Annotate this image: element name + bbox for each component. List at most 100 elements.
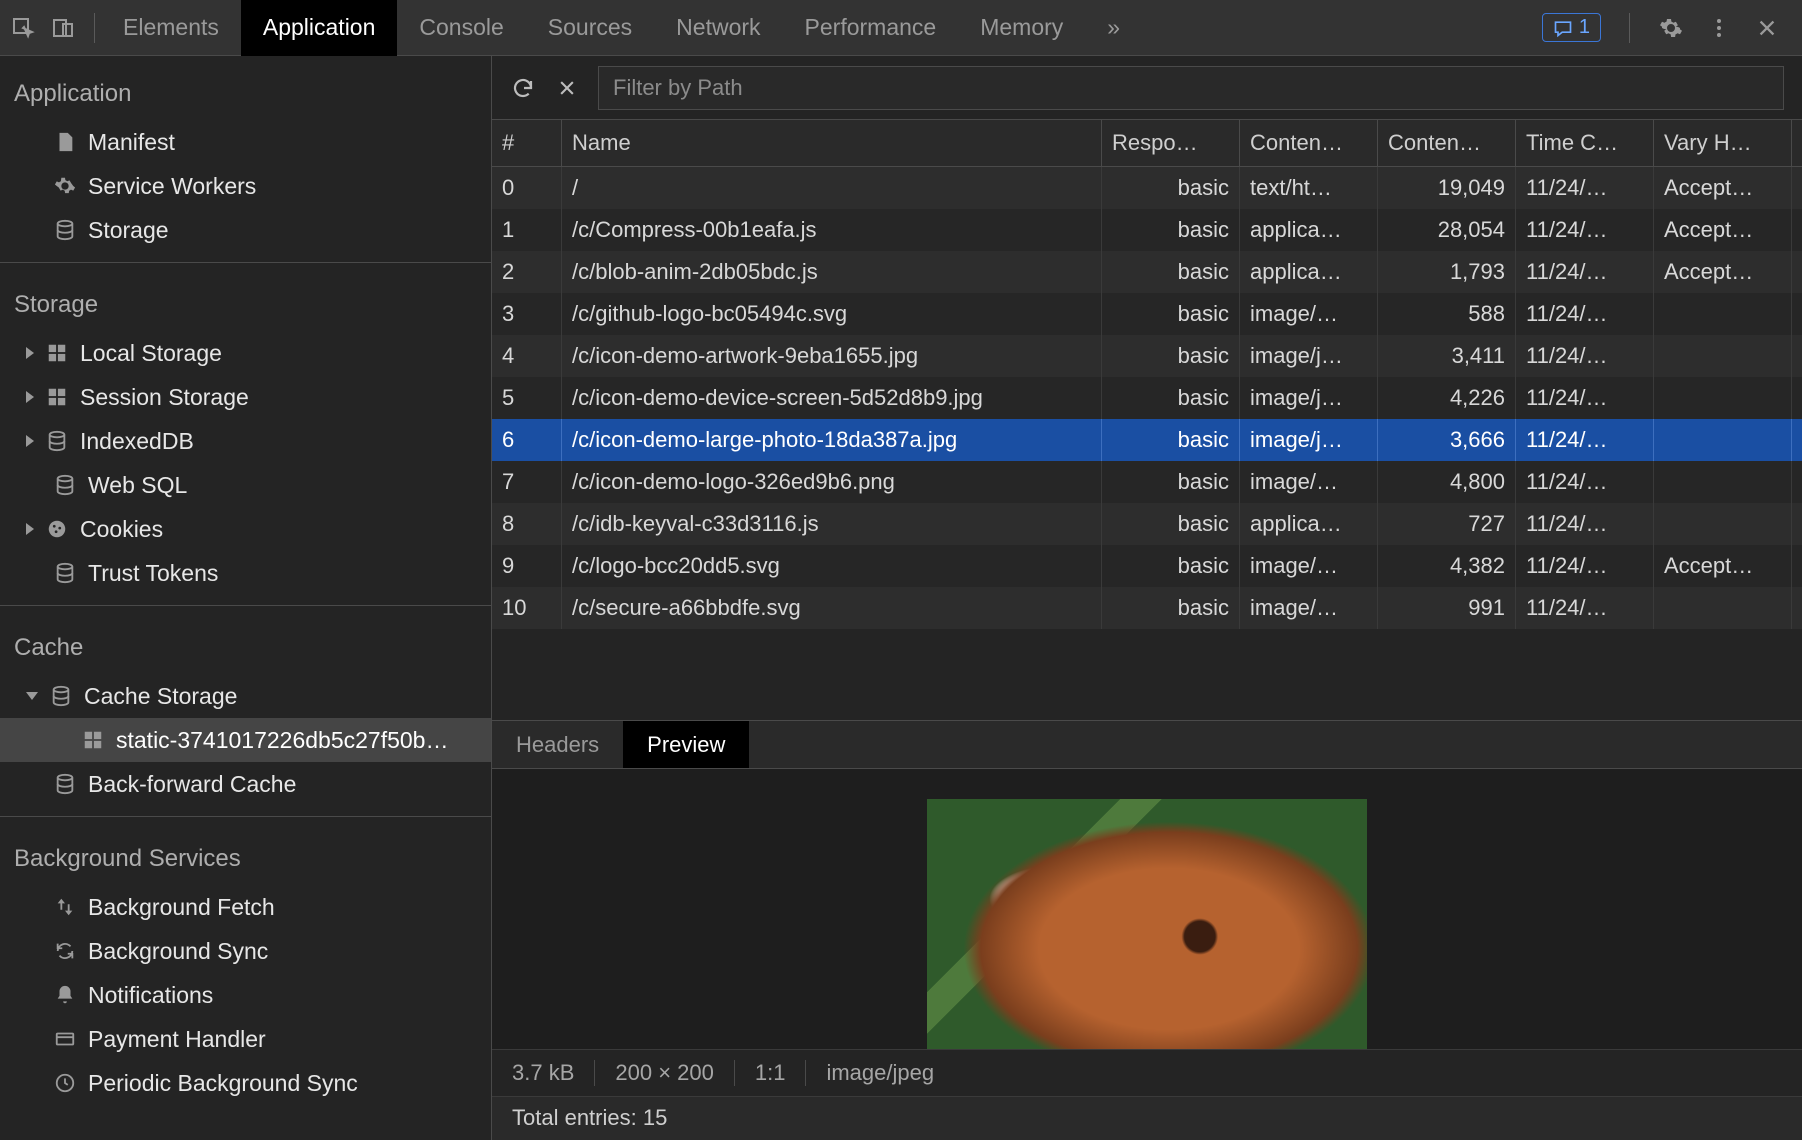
sidebar-item-notifications[interactable]: Notifications <box>0 973 491 1017</box>
sidebar-item-label: static-3741017226db5c27f50b… <box>116 727 448 754</box>
cache-entries-table: #NameRespo…Conten…Conten…Time C…Vary H… … <box>492 120 1802 720</box>
cell-ctype: applica… <box>1240 251 1378 293</box>
device-toggle-icon[interactable] <box>50 15 76 41</box>
table-row[interactable]: 1/c/Compress-00b1eafa.jsbasicapplica…28,… <box>492 209 1802 251</box>
cell-resp: basic <box>1102 419 1240 461</box>
tab-elements[interactable]: Elements <box>101 0 241 56</box>
divider <box>1629 13 1630 43</box>
cell-name: /c/github-logo-bc05494c.svg <box>562 293 1102 335</box>
sidebar-item-label: Cookies <box>80 516 163 543</box>
cell-idx: 7 <box>492 461 562 503</box>
meta-mime: image/jpeg <box>806 1060 954 1086</box>
sidebar-item-static-3741017226db5c27f50b-[interactable]: static-3741017226db5c27f50b… <box>0 718 491 762</box>
cell-idx: 4 <box>492 335 562 377</box>
cell-ctype: image/… <box>1240 461 1378 503</box>
filter-input[interactable] <box>598 66 1784 110</box>
db-icon <box>48 683 74 709</box>
table-row[interactable]: 4/c/icon-demo-artwork-9eba1655.jpgbasici… <box>492 335 1802 377</box>
tabs-overflow[interactable]: » <box>1085 0 1142 56</box>
issues-count: 1 <box>1579 16 1590 39</box>
detail-tab-headers[interactable]: Headers <box>492 721 623 768</box>
sidebar-item-label: IndexedDB <box>80 428 194 455</box>
cell-idx: 0 <box>492 167 562 209</box>
col-header[interactable]: # <box>492 120 562 166</box>
cell-ctype: applica… <box>1240 503 1378 545</box>
cell-resp: basic <box>1102 251 1240 293</box>
tab-performance[interactable]: Performance <box>783 0 959 56</box>
sidebar-item-session-storage[interactable]: Session Storage <box>0 375 491 419</box>
table-row[interactable]: 9/c/logo-bcc20dd5.svgbasicimage/…4,38211… <box>492 545 1802 587</box>
cell-vary <box>1654 503 1792 545</box>
table-row[interactable]: 7/c/icon-demo-logo-326ed9b6.pngbasicimag… <box>492 461 1802 503</box>
cell-ctype: image/… <box>1240 545 1378 587</box>
inspect-icon[interactable] <box>10 15 36 41</box>
close-icon[interactable] <box>1754 15 1780 41</box>
tab-console[interactable]: Console <box>397 0 525 56</box>
issues-badge[interactable]: 1 <box>1542 13 1601 42</box>
preview-meta: 3.7 kB 200 × 200 1:1 image/jpeg <box>492 1049 1802 1095</box>
meta-ratio: 1:1 <box>735 1060 807 1086</box>
sidebar-item-indexeddb[interactable]: IndexedDB <box>0 419 491 463</box>
sidebar-item-label: Cache Storage <box>84 683 237 710</box>
refresh-icon[interactable] <box>510 75 536 101</box>
col-header[interactable]: Conten… <box>1240 120 1378 166</box>
col-header[interactable]: Time C… <box>1516 120 1654 166</box>
cell-clen: 1,793 <box>1378 251 1516 293</box>
cell-resp: basic <box>1102 545 1240 587</box>
cell-name: /c/Compress-00b1eafa.js <box>562 209 1102 251</box>
cell-resp: basic <box>1102 209 1240 251</box>
sidebar-item-cache-storage[interactable]: Cache Storage <box>0 674 491 718</box>
sidebar-item-label: Web SQL <box>88 472 187 499</box>
sidebar-item-service-workers[interactable]: Service Workers <box>0 164 491 208</box>
cell-vary <box>1654 377 1792 419</box>
settings-icon[interactable] <box>1658 15 1684 41</box>
sidebar-item-manifest[interactable]: Manifest <box>0 120 491 164</box>
sidebar-item-storage[interactable]: Storage <box>0 208 491 252</box>
col-header[interactable]: Vary H… <box>1654 120 1792 166</box>
cell-name: /c/icon-demo-logo-326ed9b6.png <box>562 461 1102 503</box>
cell-name: /c/icon-demo-device-screen-5d52d8b9.jpg <box>562 377 1102 419</box>
table-row[interactable]: 5/c/icon-demo-device-screen-5d52d8b9.jpg… <box>492 377 1802 419</box>
cell-resp: basic <box>1102 503 1240 545</box>
kebab-icon[interactable] <box>1706 15 1732 41</box>
cell-vary <box>1654 587 1792 629</box>
cell-vary: Accept… <box>1654 167 1792 209</box>
sidebar-item-payment-handler[interactable]: Payment Handler <box>0 1017 491 1061</box>
grid-icon <box>44 340 70 366</box>
sidebar-item-label: Background Fetch <box>88 894 275 921</box>
delete-icon[interactable] <box>554 75 580 101</box>
tab-network[interactable]: Network <box>654 0 782 56</box>
cell-ctype: image/… <box>1240 587 1378 629</box>
detail-tab-preview[interactable]: Preview <box>623 721 749 768</box>
table-row[interactable]: 10/c/secure-a66bbdfe.svgbasicimage/…9911… <box>492 587 1802 629</box>
table-row[interactable]: 0/basictext/ht…19,04911/24/…Accept… <box>492 167 1802 209</box>
sidebar-item-background-fetch[interactable]: Background Fetch <box>0 885 491 929</box>
cell-name: /c/secure-a66bbdfe.svg <box>562 587 1102 629</box>
cell-name: /c/icon-demo-large-photo-18da387a.jpg <box>562 419 1102 461</box>
cell-ctype: image/… <box>1240 293 1378 335</box>
sidebar-item-periodic-background-sync[interactable]: Periodic Background Sync <box>0 1061 491 1105</box>
sidebar-item-local-storage[interactable]: Local Storage <box>0 331 491 375</box>
table-row[interactable]: 6/c/icon-demo-large-photo-18da387a.jpgba… <box>492 419 1802 461</box>
col-header[interactable]: Name <box>562 120 1102 166</box>
sidebar-item-web-sql[interactable]: Web SQL <box>0 463 491 507</box>
sidebar-item-cookies[interactable]: Cookies <box>0 507 491 551</box>
table-row[interactable]: 3/c/github-logo-bc05494c.svgbasicimage/…… <box>492 293 1802 335</box>
sidebar-item-back-forward-cache[interactable]: Back-forward Cache <box>0 762 491 806</box>
col-header[interactable]: Conten… <box>1378 120 1516 166</box>
total-entries: Total entries: 15 <box>512 1105 667 1131</box>
file-icon <box>52 129 78 155</box>
cell-clen: 4,800 <box>1378 461 1516 503</box>
table-row[interactable]: 2/c/blob-anim-2db05bdc.jsbasicapplica…1,… <box>492 251 1802 293</box>
tab-sources[interactable]: Sources <box>526 0 654 56</box>
table-row[interactable]: 8/c/idb-keyval-c33d3116.jsbasicapplica…7… <box>492 503 1802 545</box>
cell-time: 11/24/… <box>1516 251 1654 293</box>
cell-time: 11/24/… <box>1516 503 1654 545</box>
meta-size: 3.7 kB <box>512 1060 595 1086</box>
sidebar-item-trust-tokens[interactable]: Trust Tokens <box>0 551 491 595</box>
cell-vary <box>1654 335 1792 377</box>
tab-application[interactable]: Application <box>241 0 398 56</box>
sidebar-item-background-sync[interactable]: Background Sync <box>0 929 491 973</box>
tab-memory[interactable]: Memory <box>958 0 1085 56</box>
col-header[interactable]: Respo… <box>1102 120 1240 166</box>
